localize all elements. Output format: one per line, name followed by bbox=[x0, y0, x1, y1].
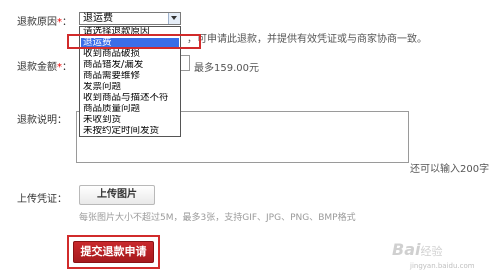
watermark-sub: jingyan.baidu.com bbox=[410, 262, 475, 270]
dropdown-option[interactable]: 未按约定时间发货 bbox=[81, 126, 179, 136]
upload-hint: 每张图片大小不超过5M，最多3张，支持GIF、JPG、PNG、BMP格式 bbox=[79, 213, 356, 223]
reason-select[interactable]: 退运费 bbox=[79, 12, 181, 25]
upload-label: 上传凭证： bbox=[17, 194, 67, 205]
amount-input[interactable] bbox=[180, 55, 190, 71]
desc-label: 退款说明： bbox=[17, 115, 67, 126]
upload-image-button[interactable]: 上传图片 bbox=[79, 185, 155, 205]
amount-label: 退款金额*： bbox=[17, 62, 72, 73]
reason-note: ，可申请此退款，并提供有效凭证或与商家协商一致。 bbox=[187, 34, 427, 45]
amount-max: 最多159.00元 bbox=[194, 63, 259, 74]
chevron-down-icon[interactable] bbox=[168, 13, 180, 24]
dropdown-option[interactable]: 商品需要维修 bbox=[81, 71, 179, 81]
selected-option-highlight bbox=[67, 34, 201, 49]
dropdown-option[interactable]: 商品质量问题 bbox=[81, 104, 179, 114]
reason-label: 退款原因*： bbox=[17, 17, 72, 28]
desc-counter: 还可以输入200字 bbox=[410, 164, 490, 175]
dropdown-option[interactable]: 商品错发/漏发 bbox=[81, 60, 179, 70]
dropdown-option[interactable]: 发票问题 bbox=[81, 82, 179, 92]
submit-refund-button[interactable]: 提交退款申请 bbox=[73, 241, 154, 263]
dropdown-option[interactable]: 收到商品与描述不符 bbox=[81, 93, 179, 103]
reason-select-value: 退运费 bbox=[83, 13, 113, 24]
baidu-watermark: Bai经验 bbox=[392, 240, 443, 259]
dropdown-option[interactable]: 收到商品破损 bbox=[81, 49, 179, 59]
dropdown-option[interactable]: 未收到货 bbox=[81, 115, 179, 125]
